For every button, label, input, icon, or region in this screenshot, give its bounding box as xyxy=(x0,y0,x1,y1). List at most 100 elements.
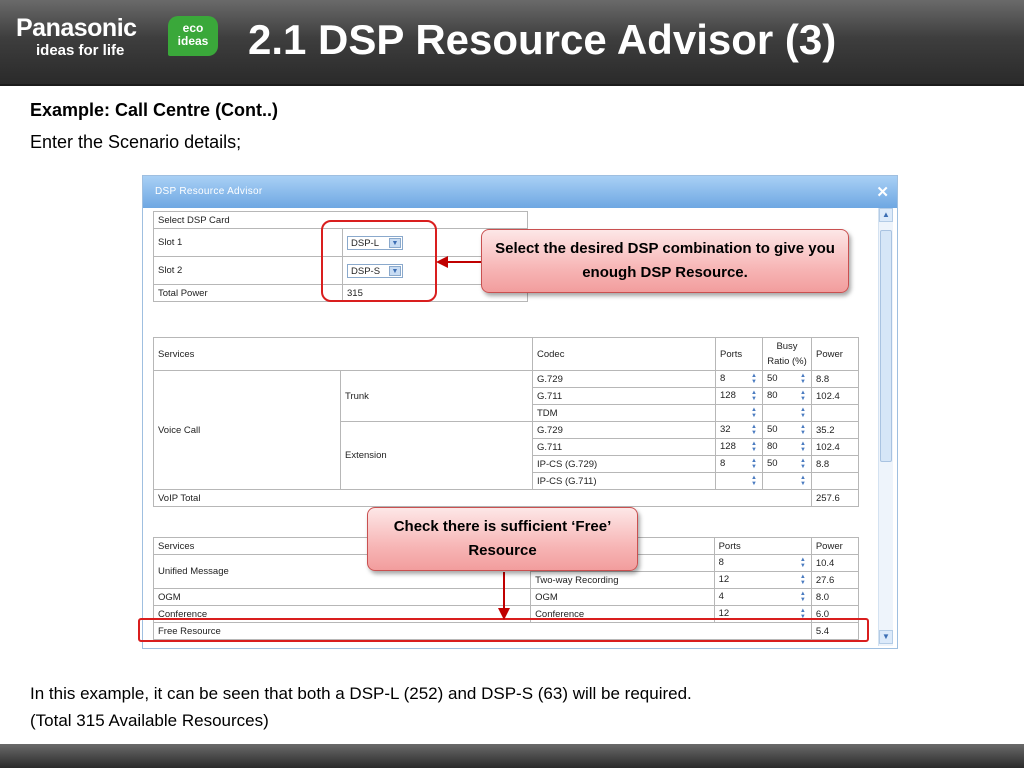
intro-text: Enter the Scenario details; xyxy=(30,132,242,152)
arrow-left-icon xyxy=(436,256,448,268)
ports-stepper[interactable]: 4 ▲ ▼ xyxy=(713,588,812,606)
col-ports: Ports xyxy=(715,337,763,371)
ports-stepper[interactable]: 8 ▲ ▼ xyxy=(713,554,812,572)
codec-cell: G.711 xyxy=(532,438,716,456)
dsp-callout: Select the desired DSP combination to gi… xyxy=(481,229,849,293)
vertical-scrollbar[interactable]: ▲ ▼ xyxy=(878,208,893,646)
spinner-icon[interactable]: ▲ ▼ xyxy=(750,458,758,470)
dialog-title-bar: DSP Resource Advisor ✕ xyxy=(143,176,897,208)
busy-stepper[interactable]: 50 ▲ ▼ xyxy=(762,370,812,388)
subheading: Example: Call Centre (Cont..) xyxy=(30,100,279,120)
spinner-icon[interactable]: ▲ ▼ xyxy=(799,458,807,470)
col-busy-line1: Busy xyxy=(776,341,798,352)
spinner-icon[interactable]: ▲ ▼ xyxy=(750,475,758,487)
slide-footer xyxy=(0,744,1024,768)
dialog-title: DSP Resource Advisor xyxy=(155,186,263,197)
service-label: OGM xyxy=(152,588,532,606)
codec-cell: G.729 xyxy=(532,421,716,439)
slot1-label: Slot 1 xyxy=(153,228,343,257)
free-resource-highlight xyxy=(138,618,869,642)
extension-label: Extension xyxy=(340,421,533,490)
power-cell: 35.2 xyxy=(811,421,859,439)
voip-total-value: 257.6 xyxy=(811,489,859,507)
col-ports: Ports xyxy=(713,537,812,555)
spinner-icon[interactable]: ▲ ▼ xyxy=(750,390,758,402)
conclusion-line-2: (Total 315 Available Resources) xyxy=(30,711,269,730)
codec-cell: IP-CS (G.729) xyxy=(532,455,716,473)
power-cell: 8.0 xyxy=(810,588,860,606)
scroll-down-icon[interactable]: ▼ xyxy=(879,630,893,644)
ports-stepper[interactable]: 8 ▲ ▼ xyxy=(715,370,763,388)
col-busy-line2: Ratio (%) xyxy=(767,356,807,367)
ideas-text: ideas xyxy=(177,34,209,48)
power-cell: 10.4 xyxy=(810,554,860,572)
codec-cell: G.711 xyxy=(532,387,716,405)
ports-stepper[interactable]: 128 ▲ ▼ xyxy=(715,438,763,456)
col-power: Power xyxy=(810,537,860,555)
spinner-icon[interactable]: ▲ ▼ xyxy=(799,407,807,419)
col-power: Power xyxy=(811,337,859,371)
spinner-icon[interactable]: ▲ ▼ xyxy=(799,475,807,487)
spinner-icon[interactable]: ▲ ▼ xyxy=(750,441,758,453)
busy-stepper[interactable]: 50 ▲ ▼ xyxy=(762,421,812,439)
spinner-icon[interactable]: ▲ ▼ xyxy=(750,424,758,436)
voice-call-label: Voice Call xyxy=(153,370,341,490)
ports-stepper[interactable]: 32 ▲ ▼ xyxy=(715,421,763,439)
power-cell: 27.6 xyxy=(810,571,860,589)
voip-total-label: VoIP Total xyxy=(153,489,812,507)
codec-cell: IP-CS (G.711) xyxy=(532,472,716,490)
eco-text: eco xyxy=(182,21,204,35)
codec-cell: G.729 xyxy=(532,370,716,388)
power-cell xyxy=(811,472,859,490)
spinner-icon[interactable]: ▲ ▼ xyxy=(750,373,758,385)
conclusion-text: In this example, it can be seen that bot… xyxy=(30,680,692,734)
scroll-thumb[interactable] xyxy=(880,230,892,462)
spinner-icon[interactable]: ▲ ▼ xyxy=(799,373,807,385)
spinner-icon[interactable]: ▲ ▼ xyxy=(799,390,807,402)
power-cell xyxy=(811,404,859,422)
power-cell: 102.4 xyxy=(811,387,859,405)
arrow-down-icon xyxy=(498,608,510,620)
service-type-cell: Two-way Recording xyxy=(530,571,715,589)
spinner-icon[interactable]: ▲ ▼ xyxy=(799,574,807,586)
free-resource-callout: Check there is sufficient ‘Free’ Resourc… xyxy=(367,507,638,571)
spinner-icon[interactable]: ▲ ▼ xyxy=(799,441,807,453)
trunk-label: Trunk xyxy=(340,370,533,422)
brand-tagline: ideas for life xyxy=(36,42,125,59)
busy-stepper[interactable]: ▲ ▼ xyxy=(762,472,812,490)
ports-stepper[interactable]: ▲ ▼ xyxy=(715,404,763,422)
ports-stepper[interactable]: 12 ▲ ▼ xyxy=(713,571,812,589)
dsp-selection-highlight xyxy=(321,220,437,302)
ports-stepper[interactable]: ▲ ▼ xyxy=(715,472,763,490)
eco-ideas-badge: eco ideas xyxy=(168,16,218,56)
busy-stepper[interactable]: 50 ▲ ▼ xyxy=(762,455,812,473)
codec-cell: TDM xyxy=(532,404,716,422)
total-power-label: Total Power xyxy=(153,284,343,302)
power-cell: 8.8 xyxy=(811,370,859,388)
slide-header: Panasonic ideas for life eco ideas 2.1 D… xyxy=(0,0,1024,86)
dsp-arrow-line xyxy=(445,261,481,263)
service-type-cell: OGM xyxy=(530,588,715,606)
brand-name: Panasonic xyxy=(16,14,137,42)
panasonic-logo: Panasonic ideas for life eco ideas xyxy=(16,14,218,74)
spinner-icon[interactable]: ▲ ▼ xyxy=(750,407,758,419)
spinner-icon[interactable]: ▲ ▼ xyxy=(799,591,807,603)
scroll-up-icon[interactable]: ▲ xyxy=(879,208,893,222)
busy-stepper[interactable]: ▲ ▼ xyxy=(762,404,812,422)
conclusion-line-1: In this example, it can be seen that bot… xyxy=(30,684,692,703)
voip-services-table: Services Codec Ports Busy Ratio (%) Power… xyxy=(153,337,859,507)
col-codec: Codec xyxy=(532,337,716,371)
power-cell: 8.8 xyxy=(811,455,859,473)
busy-stepper[interactable]: 80 ▲ ▼ xyxy=(762,387,812,405)
col-services: Services xyxy=(153,337,533,371)
slot2-label: Slot 2 xyxy=(153,256,343,285)
slide-title: 2.1 DSP Resource Advisor (3) xyxy=(248,16,837,63)
spinner-icon[interactable]: ▲ ▼ xyxy=(799,557,807,569)
spinner-icon[interactable]: ▲ ▼ xyxy=(799,424,807,436)
ports-stepper[interactable]: 8 ▲ ▼ xyxy=(715,455,763,473)
busy-stepper[interactable]: 80 ▲ ▼ xyxy=(762,438,812,456)
close-icon[interactable]: ✕ xyxy=(876,183,889,201)
ports-stepper[interactable]: 128 ▲ ▼ xyxy=(715,387,763,405)
power-cell: 102.4 xyxy=(811,438,859,456)
free-arrow-line xyxy=(503,572,505,612)
